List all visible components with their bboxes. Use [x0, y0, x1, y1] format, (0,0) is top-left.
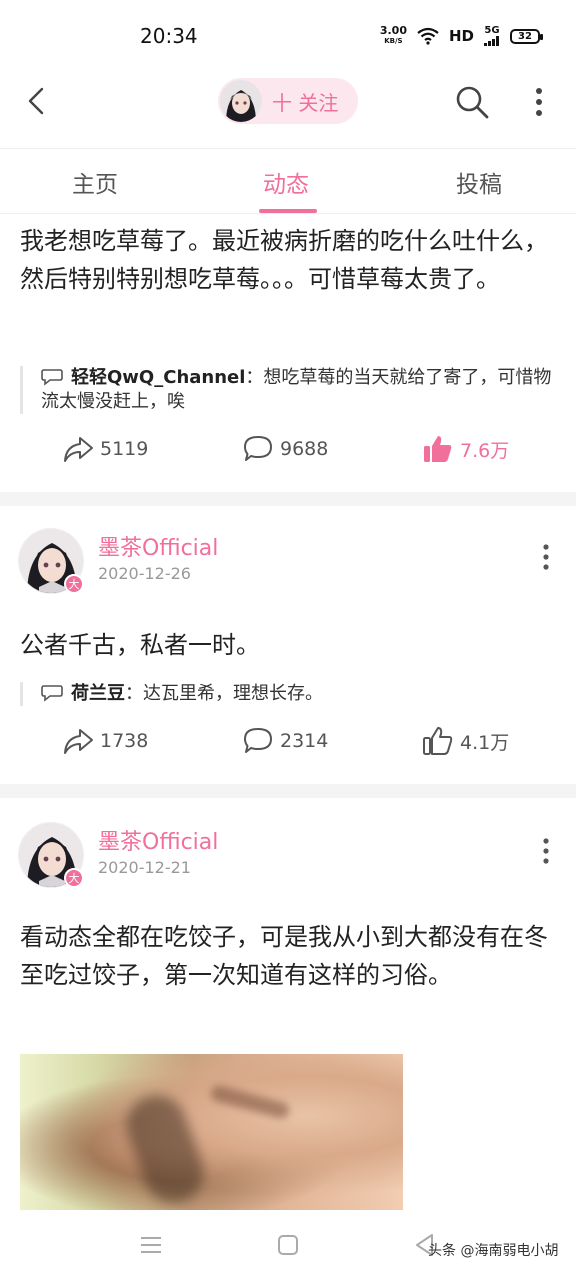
back-icon[interactable]: [22, 86, 52, 116]
post-text[interactable]: 看动态全都在吃饺子，可是我从小到大都没有在冬至吃过饺子，第一次知道有这样的习俗。: [20, 918, 550, 994]
post-image[interactable]: [20, 1054, 403, 1210]
system-nav-bar: 头条 @海南弱电小胡: [0, 1212, 576, 1280]
post-actions: 5119 9688 7.6万: [0, 434, 576, 474]
avatar: [220, 80, 262, 122]
post-text[interactable]: 公者千古，私者一时。: [20, 626, 550, 664]
status-indicators: 3.00 KB/S HD 5G 32: [379, 24, 543, 46]
top-comment[interactable]: 荷兰豆：达瓦里希，理想长存。: [20, 682, 560, 706]
top-comment[interactable]: 轻轻QwQ_Channel：想吃草莓的当天就给了寄了，可惜物流太慢没赶上，唉: [20, 366, 560, 414]
hd-indicator: HD: [448, 27, 474, 45]
post-date: 2020-12-26: [98, 564, 191, 583]
comment-count: 9688: [280, 438, 329, 460]
search-icon[interactable]: [454, 84, 490, 120]
comment-button[interactable]: 2314: [242, 726, 328, 756]
wifi-icon: [417, 27, 439, 45]
follow-label: 十 关注: [272, 90, 339, 115]
share-icon: [64, 729, 93, 754]
post-author-row: 大 墨茶Official 2020-12-21: [18, 822, 558, 892]
comment-icon: [244, 436, 272, 461]
comment-icon: [244, 728, 272, 753]
tab-home[interactable]: 主页: [72, 165, 118, 199]
vip-badge: 大: [64, 868, 84, 888]
comment-bubble-icon: [41, 369, 63, 386]
home-icon[interactable]: [275, 1232, 301, 1258]
post-text[interactable]: 我老想吃草莓了。最近被病折磨的吃什么吐什么，然后特别特别想吃草莓。。。可惜草莓太…: [20, 222, 550, 298]
comment-bubble-icon: [41, 685, 63, 702]
share-count: 1738: [100, 730, 149, 752]
signal-icon: [484, 36, 499, 46]
menu-icon[interactable]: [138, 1232, 164, 1258]
post-author-row: 大 墨茶Official 2020-12-26: [18, 528, 558, 598]
like-button[interactable]: 7.6万: [422, 434, 509, 464]
tab-submissions[interactable]: 投稿: [456, 165, 502, 199]
share-button[interactable]: 1738: [62, 726, 148, 756]
author-name[interactable]: 墨茶Official: [98, 530, 218, 562]
more-icon[interactable]: [528, 86, 550, 118]
share-icon: [64, 437, 93, 462]
post-more-icon[interactable]: [538, 836, 554, 866]
tab-dynamics[interactable]: 动态: [263, 165, 309, 199]
comment-text: ：达瓦里希，理想长存。: [125, 683, 323, 704]
post-divider: [0, 492, 576, 506]
network-speed: 3.00 KB/S: [379, 24, 407, 45]
like-count: 4.1万: [460, 731, 510, 754]
status-bar: 20:34 3.00 KB/S HD 5G 32: [0, 0, 576, 72]
profile-tabs: 主页 动态 投稿: [0, 148, 576, 214]
thumbs-up-icon: [424, 436, 452, 462]
battery-icon: 32: [510, 28, 543, 44]
comment-count: 2314: [280, 730, 329, 752]
avatar-image: [220, 80, 262, 122]
share-button[interactable]: 5119: [62, 434, 148, 464]
post-actions: 1738 2314 4.1万: [0, 726, 576, 766]
comment-author[interactable]: 轻轻QwQ_Channel: [71, 367, 245, 388]
post-date: 2020-12-21: [98, 858, 191, 877]
signal-indicator: 5G: [484, 26, 500, 46]
like-button[interactable]: 4.1万: [422, 726, 509, 756]
tab-active-indicator: [259, 209, 317, 213]
thumbs-up-icon: [423, 727, 453, 755]
post-more-icon[interactable]: [538, 542, 554, 572]
vip-badge: 大: [64, 574, 84, 594]
share-count: 5119: [100, 438, 149, 460]
comment-author[interactable]: 荷兰豆: [71, 683, 125, 704]
profile-header: 十 关注: [0, 72, 576, 148]
follow-button[interactable]: 十 关注: [218, 78, 358, 124]
author-name[interactable]: 墨茶Official: [98, 824, 218, 856]
post-divider: [0, 784, 576, 798]
watermark: 头条 @海南弱电小胡: [428, 1243, 559, 1259]
like-count: 7.6万: [460, 439, 510, 462]
status-time: 20:34: [140, 24, 198, 48]
comment-button[interactable]: 9688: [242, 434, 328, 464]
